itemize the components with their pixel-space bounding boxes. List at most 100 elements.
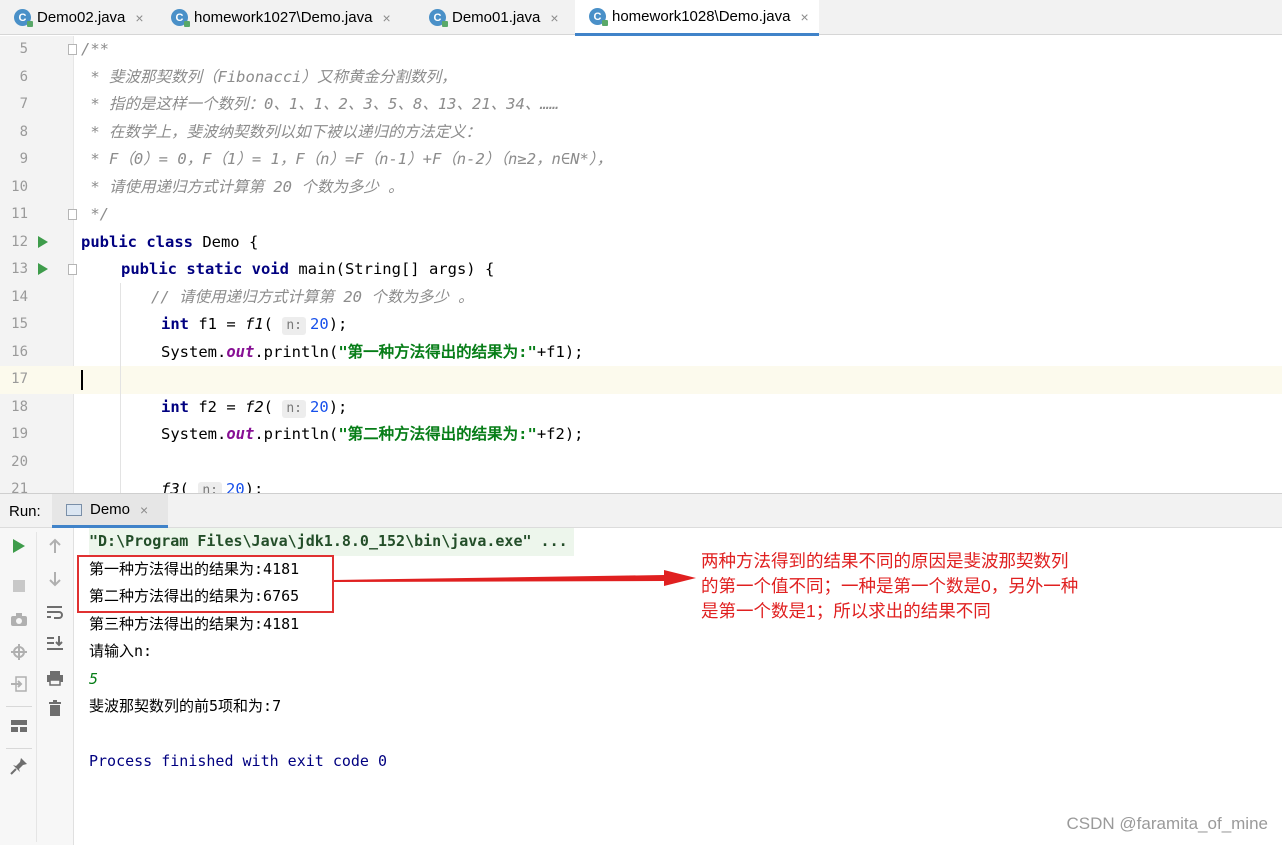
- annotation-line: 两种方法得到的结果不同的原因是斐波那契数列: [701, 551, 1069, 571]
- comment-text: * F（0）= 0，F（1）= 1，F（n）=F（n-1）+F（n-2）（n≥2…: [81, 150, 613, 168]
- main-signature: main(String[] args) {: [288, 260, 495, 278]
- line-number: 19: [11, 426, 28, 442]
- current-line: 17: [0, 366, 1282, 394]
- line-number: 14: [11, 288, 28, 305]
- up-arrow-icon[interactable]: [43, 534, 67, 558]
- close-icon[interactable]: ×: [135, 10, 143, 26]
- highlight-box: [77, 555, 334, 613]
- close-icon[interactable]: ×: [382, 10, 390, 26]
- debug-settings-icon[interactable]: [7, 640, 31, 664]
- close-icon[interactable]: ×: [800, 9, 808, 25]
- line-number: 8: [19, 123, 28, 140]
- println-statement: System.out.println("第一种方法得出的结果为:"+f1);: [161, 339, 584, 367]
- keyword: public class: [81, 232, 193, 251]
- close-icon[interactable]: ×: [550, 10, 558, 26]
- code-line: 15 int f1 = f1( n: 20);: [0, 311, 1282, 339]
- static-field: out: [226, 425, 255, 443]
- keyword: int: [161, 397, 189, 416]
- system-ref: System.: [161, 425, 227, 443]
- run-toolbar: [0, 528, 74, 845]
- annotation-arrow: [334, 570, 696, 586]
- tab-demo02[interactable]: C Demo02.java ×: [0, 0, 154, 35]
- layout-icon[interactable]: [7, 714, 31, 738]
- tab-homework1027-demo[interactable]: C homework1027\Demo.java ×: [157, 0, 401, 35]
- tab-label: homework1028\Demo.java: [612, 8, 791, 25]
- paren: );: [328, 315, 348, 333]
- comment-text: * 在数学上，斐波纳契数列以如下被以递归的方法定义：: [81, 122, 481, 141]
- println-call: .println(: [254, 342, 339, 361]
- comment-text: * 斐波那契数列（Fibonacci）又称黄金分割数列，: [81, 67, 457, 86]
- tab-demo01[interactable]: C Demo01.java ×: [415, 0, 569, 35]
- editor-tab-bar: C Demo02.java × C homework1027\Demo.java…: [0, 0, 1282, 36]
- console-line: 第三种方法得出的结果为:4181: [89, 614, 300, 633]
- main-declaration: public static void main(String[] args) {: [121, 256, 494, 284]
- fold-icon[interactable]: [68, 44, 77, 55]
- system-ref: System.: [161, 342, 227, 361]
- indent-guide: [120, 283, 121, 493]
- code-line: 21 f3( n: 20);: [0, 476, 1282, 493]
- soft-wrap-icon[interactable]: [43, 600, 67, 624]
- text-caret: [81, 370, 83, 390]
- print-icon[interactable]: [43, 666, 67, 690]
- run-tab-demo[interactable]: Demo ×: [52, 494, 168, 528]
- code-line: 12 public class Demo {: [0, 229, 1282, 257]
- tab-label: Demo02.java: [37, 9, 126, 26]
- line-number: 6: [19, 68, 28, 85]
- line-number: 21: [11, 481, 28, 493]
- keyword: public static void: [121, 260, 289, 278]
- line-number: 7: [19, 96, 28, 112]
- static-field: out: [226, 342, 255, 361]
- line-number: 9: [19, 151, 28, 167]
- run-label: Run:: [9, 503, 41, 520]
- login-icon[interactable]: [7, 672, 31, 696]
- number-literal: 20: [226, 480, 245, 493]
- paren: );: [244, 480, 264, 493]
- code-line: 19 System.out.println("第二种方法得出的结果为:"+f2)…: [0, 421, 1282, 449]
- pin-icon[interactable]: [7, 754, 31, 778]
- run-gutter-icon[interactable]: [38, 235, 48, 248]
- comment-text: */: [81, 205, 109, 223]
- string-literal: "第一种方法得出的结果为:": [338, 342, 537, 361]
- paren: (: [263, 315, 274, 333]
- code-line: 6 * 斐波那契数列（Fibonacci）又称黄金分割数列，: [0, 64, 1282, 92]
- tab-homework1028-demo[interactable]: C homework1028\Demo.java ×: [575, 0, 819, 36]
- tab-label: Demo01.java: [452, 9, 541, 26]
- java-class-icon: C: [14, 9, 33, 27]
- line-number: 18: [11, 398, 28, 415]
- run-gutter-icon[interactable]: [38, 263, 48, 275]
- code-line: 16 System.out.println("第一种方法得出的结果为:"+f1)…: [0, 339, 1282, 367]
- rerun-icon[interactable]: [7, 534, 31, 558]
- class-name: Demo {: [192, 232, 259, 251]
- camera-icon[interactable]: [7, 608, 31, 632]
- line-number: 5: [19, 41, 28, 57]
- line-number: 16: [11, 343, 28, 360]
- code-editor[interactable]: 5 /** 6 * 斐波那契数列（Fibonacci）又称黄金分割数列， 7 *…: [0, 36, 1282, 493]
- fold-icon[interactable]: [68, 209, 77, 220]
- comment-text: * 指的是这样一个数列：0、1、1、2、3、5、8、13、21、34、……: [81, 95, 559, 113]
- method-call: f2: [245, 397, 264, 416]
- trash-icon[interactable]: [43, 696, 67, 720]
- close-icon[interactable]: ×: [140, 502, 148, 518]
- concat: +f2);: [536, 425, 584, 443]
- line-number: 11: [11, 206, 28, 222]
- java-class-icon: C: [171, 9, 190, 27]
- concat: +f1);: [536, 342, 584, 361]
- code-line: 8 * 在数学上，斐波纳契数列以如下被以递归的方法定义：: [0, 119, 1282, 147]
- param-hint: n:: [282, 317, 307, 335]
- console-icon: [66, 503, 82, 516]
- stop-icon[interactable]: [7, 574, 31, 598]
- scroll-to-end-icon[interactable]: [43, 631, 67, 655]
- down-arrow-icon[interactable]: [43, 567, 67, 591]
- param-hint: n:: [282, 399, 307, 418]
- println-call: .println(: [254, 425, 339, 443]
- code-line: 7 * 指的是这样一个数列：0、1、1、2、3、5、8、13、21、34、……: [0, 91, 1282, 119]
- toolbar-separator: [6, 748, 32, 749]
- annotation-line: 的第一个值不同；一种是第一个数是0，另外一种: [701, 576, 1079, 596]
- line-number: 15: [11, 316, 28, 332]
- java-class-icon: C: [429, 9, 448, 27]
- fold-icon[interactable]: [68, 264, 77, 275]
- tab-label: homework1027\Demo.java: [194, 9, 373, 26]
- number-literal: 20: [310, 315, 329, 333]
- code-line: 20: [0, 449, 1282, 477]
- line-number: 13: [11, 261, 28, 277]
